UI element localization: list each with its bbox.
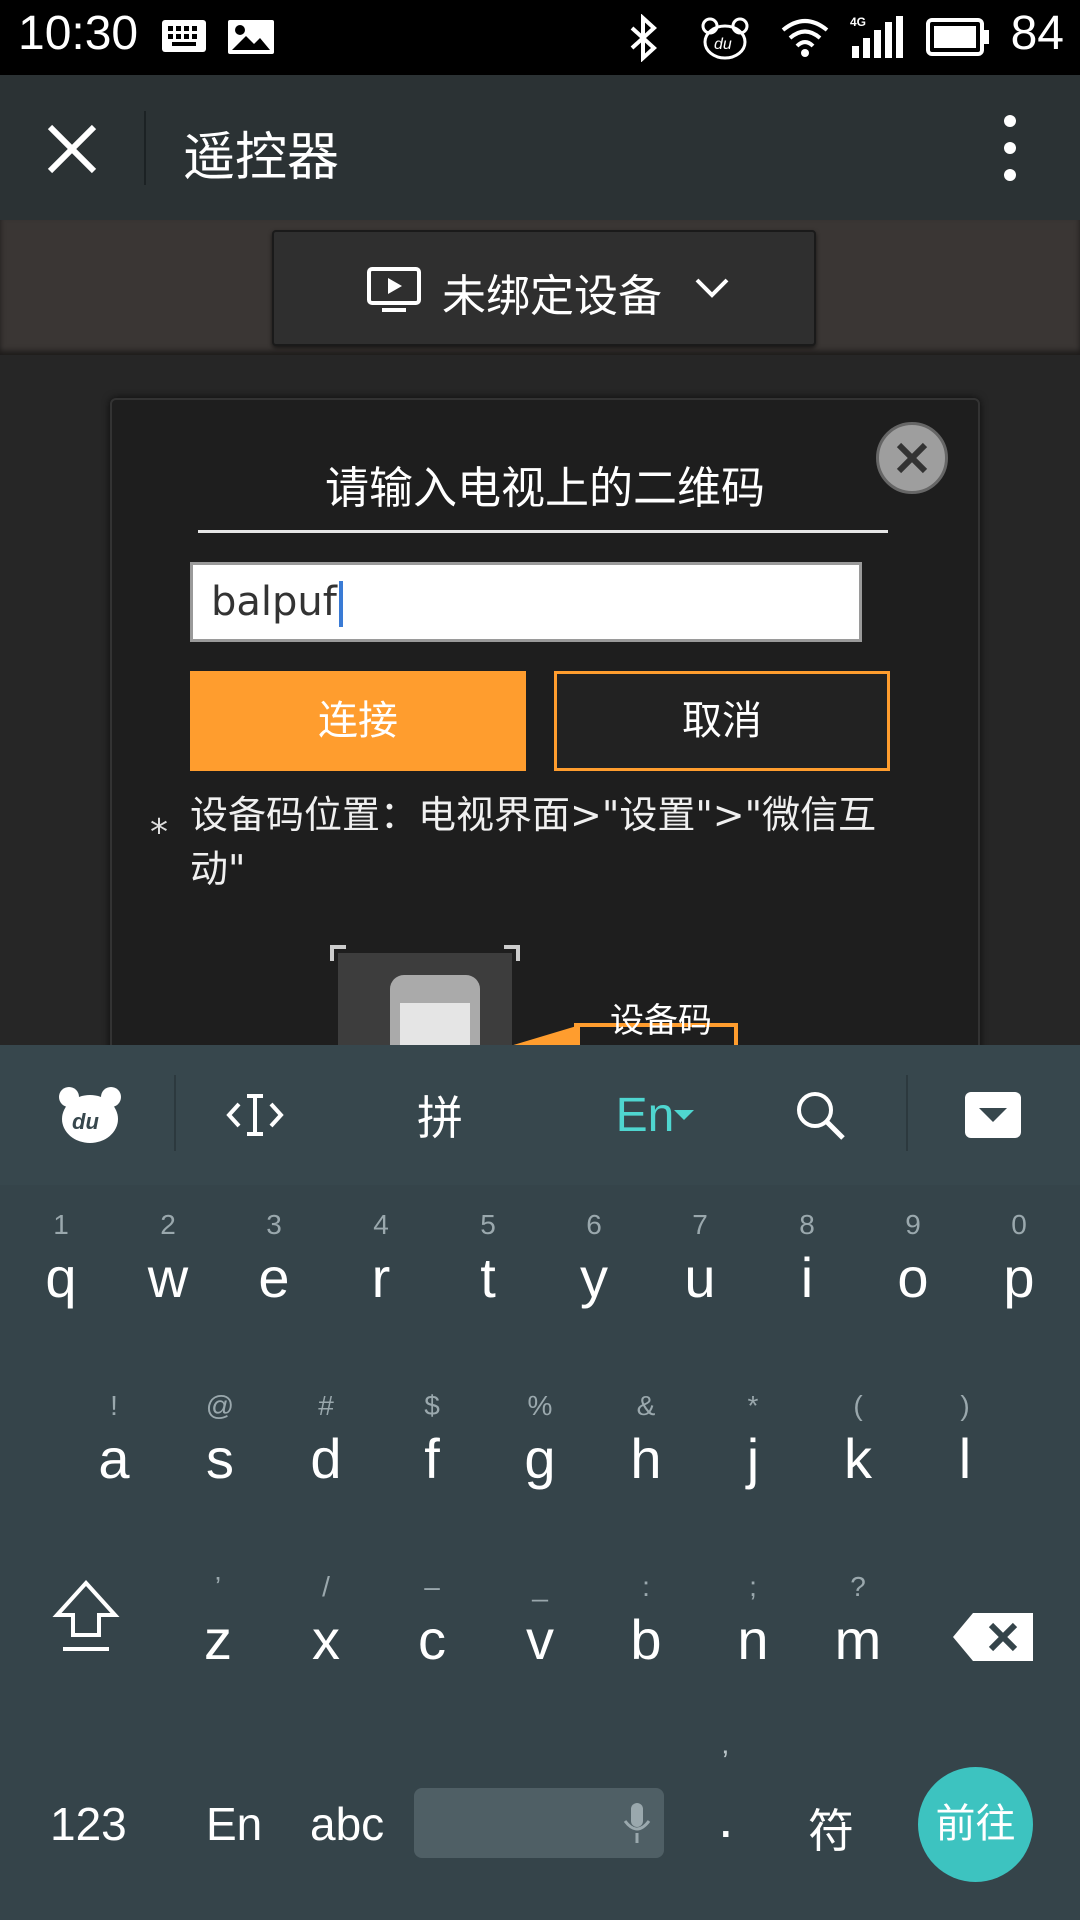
key-r[interactable]: 4r: [331, 1209, 431, 1310]
bluetooth-icon: [630, 14, 657, 62]
comma-hint: ’: [722, 1745, 729, 1778]
device-selector-button[interactable]: 未绑定设备: [272, 230, 816, 346]
close-icon: [896, 442, 928, 474]
key-v[interactable]: _ v: [490, 1571, 590, 1672]
status-bar: 10:30 du 4G 84: [0, 0, 1080, 75]
title-underline: [198, 530, 888, 533]
svg-text:du: du: [72, 1109, 99, 1134]
image-notification-icon: [228, 20, 274, 54]
key-d[interactable]: # d: [276, 1390, 376, 1491]
hint-asterisk: *: [150, 812, 168, 853]
connect-button[interactable]: 连接: [190, 671, 526, 771]
du-bear-icon: du: [701, 17, 749, 60]
battery-icon: [926, 18, 989, 56]
soft-keyboard: du 拼 En 1 q 2 w 3 e 4 r 5 t 6 y 7 u 8 i …: [0, 1045, 1080, 1920]
key-h[interactable]: & h: [596, 1390, 696, 1491]
content-area: 请输入电视上的二维码 balpuf 连接 取消 * 设备码位置：电视界面>"设置…: [0, 355, 1080, 1202]
key-s[interactable]: @ s: [170, 1390, 270, 1491]
tv-icon: [367, 267, 421, 312]
go-enter-key[interactable]: 前往: [918, 1767, 1033, 1882]
key-e[interactable]: 3e: [224, 1209, 324, 1310]
key-o[interactable]: 9o: [863, 1209, 963, 1310]
chevron-down-icon: [695, 278, 729, 298]
device-code-value: balpuf: [211, 579, 337, 625]
device-label: 未绑定设备: [442, 271, 662, 322]
microphone-icon: [623, 1803, 651, 1843]
hint-text: 设备码位置：电视界面>"设置">"微信互动": [190, 793, 877, 891]
shift-icon: [52, 1580, 120, 1651]
toolbar-separator: [906, 1075, 908, 1151]
key-j[interactable]: * j: [703, 1390, 803, 1491]
key-k[interactable]: (k: [808, 1390, 908, 1491]
du-logo-button[interactable]: du: [50, 1075, 130, 1155]
close-icon[interactable]: [42, 119, 102, 179]
key-m[interactable]: ? m: [808, 1571, 908, 1672]
toolbar-separator: [174, 1075, 176, 1151]
title-bar: 遥控器: [0, 75, 1080, 220]
illustration-label: 设备码: [610, 1001, 712, 1041]
more-options-icon[interactable]: [1002, 113, 1018, 183]
key-w[interactable]: 2w: [118, 1209, 218, 1310]
pinyin-mode-button[interactable]: 拼: [400, 1075, 480, 1155]
hide-keyboard-icon: [965, 1092, 1021, 1138]
backspace-key[interactable]: [948, 1611, 1038, 1667]
dialog-close-button[interactable]: [876, 422, 948, 494]
key-t[interactable]: 5t: [438, 1209, 538, 1310]
backspace-icon: [953, 1613, 1033, 1661]
page-title: 遥控器: [183, 128, 340, 188]
key-g[interactable]: % g: [490, 1390, 590, 1491]
space-key[interactable]: [414, 1788, 664, 1858]
hide-keyboard-button[interactable]: [962, 1075, 1024, 1155]
key-f[interactable]: $ f: [382, 1390, 482, 1491]
signal-4g-icon: 4G: [850, 15, 903, 58]
text-caret: [338, 581, 343, 627]
key-b[interactable]: :b: [596, 1571, 696, 1672]
text-cursor-icon: [226, 1094, 284, 1136]
key-i[interactable]: 8i: [757, 1209, 857, 1310]
period-key[interactable]: .: [718, 1785, 734, 1850]
device-code-input[interactable]: balpuf: [190, 562, 862, 642]
cursor-move-button[interactable]: [220, 1075, 290, 1155]
svg-text:4G: 4G: [850, 15, 866, 29]
key-x[interactable]: / x: [276, 1571, 376, 1672]
svg-text:du: du: [714, 36, 732, 53]
dropdown-triangle-icon: [674, 1110, 695, 1120]
key-y[interactable]: 6y: [544, 1209, 644, 1310]
dialog-title: 请输入电视上的二维码: [325, 463, 765, 514]
search-icon: [797, 1092, 845, 1140]
status-time: 10:30: [18, 7, 139, 60]
key-q[interactable]: 1q: [11, 1209, 111, 1310]
title-divider: [144, 111, 146, 185]
key-p[interactable]: 0p: [969, 1209, 1069, 1310]
keyboard-toolbar: du 拼 En: [0, 1045, 1080, 1185]
key-n[interactable]: ; n: [703, 1571, 803, 1672]
key-a[interactable]: ! a: [64, 1390, 164, 1491]
symbols-key[interactable]: 符: [808, 1795, 854, 1861]
wifi-icon: [781, 19, 829, 57]
key-c[interactable]: – c: [382, 1571, 482, 1672]
keyboard-notification-icon: [162, 20, 206, 52]
battery-percentage: 84: [1010, 7, 1064, 60]
english-mode-button[interactable]: En: [600, 1075, 710, 1155]
key-z[interactable]: ’ z: [168, 1571, 268, 1672]
search-button[interactable]: [790, 1075, 850, 1155]
key-l[interactable]: ) l: [915, 1390, 1015, 1491]
du-bear-icon: du: [59, 1087, 121, 1143]
shift-key[interactable]: [36, 1565, 136, 1651]
abc-key[interactable]: abc: [310, 1797, 384, 1851]
key-u[interactable]: 7u: [650, 1209, 750, 1310]
numbers-key[interactable]: 123: [50, 1797, 127, 1851]
device-bar: 未绑定设备: [0, 220, 1080, 355]
english-mode-label: En: [615, 1088, 675, 1142]
english-key[interactable]: En: [206, 1797, 262, 1851]
cancel-button[interactable]: 取消: [554, 671, 890, 771]
